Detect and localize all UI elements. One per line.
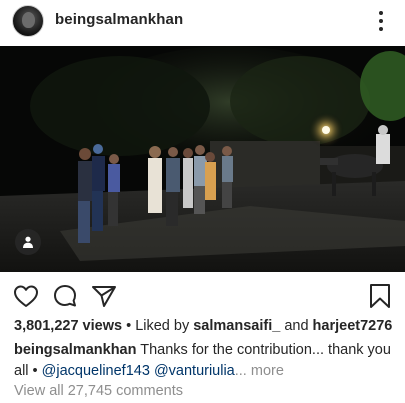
- user-tag-icon[interactable]: [15, 229, 41, 255]
- engagement-line: 3,801,227 views • Liked by salmansaifi_ …: [14, 318, 405, 334]
- post-username[interactable]: beingsalmankhan: [55, 11, 183, 28]
- action-bar: [0, 282, 405, 314]
- liked-by-other-user[interactable]: harjeet7276: [313, 318, 393, 334]
- and-text: and: [280, 318, 313, 334]
- video-frame-illustration: [0, 46, 405, 272]
- post-video[interactable]: [0, 46, 405, 272]
- paper-plane-icon[interactable]: [90, 282, 118, 310]
- more-link[interactable]: more: [247, 363, 284, 379]
- mention-jacquelinef143[interactable]: @jacquelinef143: [42, 363, 150, 379]
- more-vertical-icon[interactable]: [374, 8, 388, 34]
- caption-truncation: ...: [234, 363, 247, 379]
- view-count[interactable]: 3,801,227 views: [14, 318, 122, 334]
- post-caption: beingsalmankhan Thanks for the contribut…: [14, 340, 395, 382]
- caption-author[interactable]: beingsalmankhan: [14, 342, 136, 358]
- post-header: beingsalmankhan: [0, 0, 405, 44]
- caption-bullet: •: [28, 363, 42, 379]
- avatar[interactable]: [12, 5, 44, 37]
- view-all-comments-link[interactable]: View all 27,745 comments: [14, 383, 183, 399]
- bookmark-icon[interactable]: [366, 282, 394, 310]
- liked-by-user[interactable]: salmansaifi_: [193, 318, 280, 334]
- liked-by-prefix: Liked by: [135, 318, 194, 334]
- separator-dot: •: [122, 318, 136, 334]
- mention-vanturiulia[interactable]: @vanturiulia: [154, 363, 235, 379]
- comment-bubble-icon[interactable]: [51, 282, 79, 310]
- heart-icon[interactable]: [12, 282, 40, 310]
